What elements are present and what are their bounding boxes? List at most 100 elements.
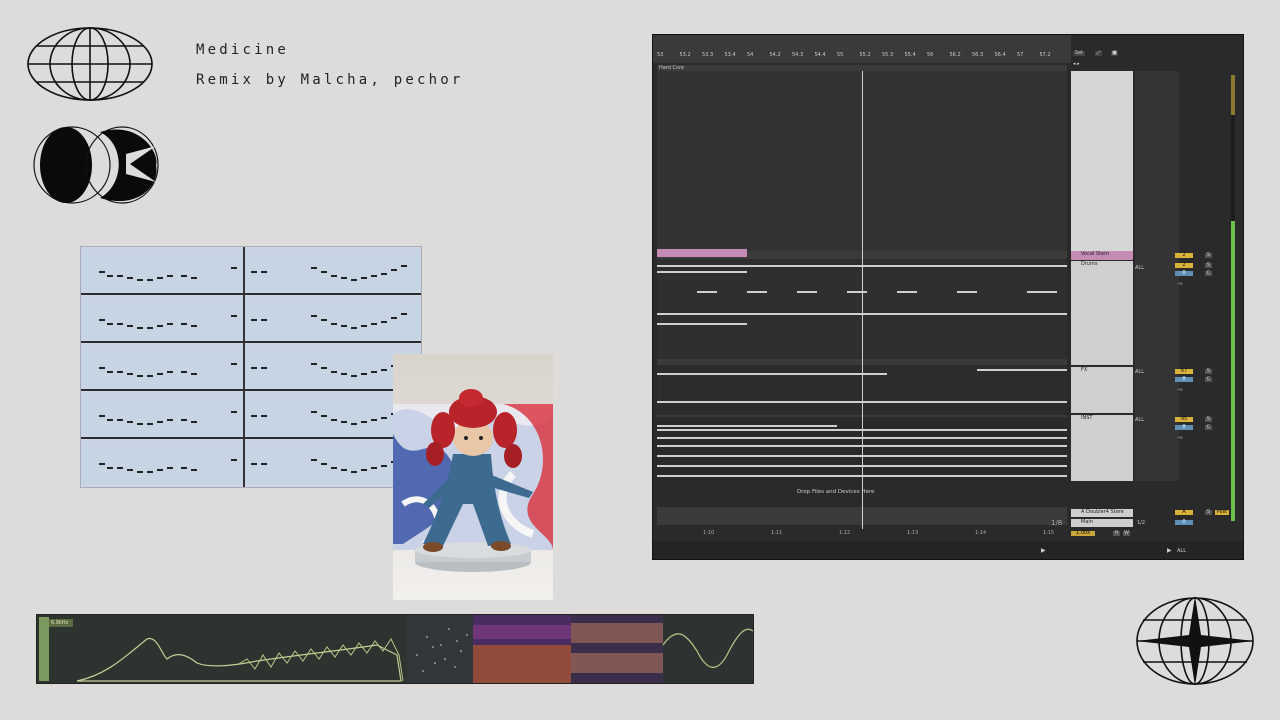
inst-c-button[interactable]: C (1205, 425, 1212, 430)
main-track-header[interactable]: Main (1071, 519, 1133, 527)
piano-note (181, 419, 187, 421)
transport-all[interactable]: ALL (1177, 548, 1186, 554)
w-button[interactable]: W (1123, 531, 1130, 536)
track-header-inst[interactable]: INST (1071, 415, 1133, 481)
clip-line (747, 291, 767, 293)
piano-note (261, 367, 267, 369)
piano-note (167, 467, 173, 469)
inst-pan[interactable]: 0 (1175, 425, 1193, 430)
set-button[interactable]: Set (1073, 51, 1085, 56)
piano-note (231, 411, 237, 413)
piano-note (351, 375, 357, 377)
lock-icon[interactable]: ■ (1111, 51, 1118, 56)
piano-note (381, 369, 387, 371)
piano-note (167, 323, 173, 325)
piano-note (351, 327, 357, 329)
inst-db: -∞ (1177, 435, 1183, 441)
piano-note (147, 375, 153, 377)
bottom-tick: 1:11 (771, 530, 783, 536)
piano-note (381, 417, 387, 419)
piano-note (117, 275, 123, 277)
piano-note (191, 325, 197, 327)
inst-volume[interactable]: 95 (1175, 417, 1193, 422)
expand-icon[interactable]: ⤢ (1095, 51, 1102, 56)
play-icon[interactable]: ▶ (1041, 547, 1046, 554)
return-track-header[interactable]: A Doubler4 Stere (1071, 509, 1133, 517)
track-header-group[interactable] (1071, 71, 1133, 251)
piano-note (261, 463, 267, 465)
fx-c-button[interactable]: C (1205, 377, 1212, 382)
drums-solo-button[interactable]: S (1205, 263, 1212, 268)
tempo-field[interactable]: 1.00x (1071, 531, 1095, 536)
inst-input[interactable]: ALL (1135, 417, 1144, 423)
track-header-vocal[interactable]: Vocal Stem (1071, 251, 1133, 260)
piano-note (99, 367, 105, 369)
piano-note (99, 463, 105, 465)
piano-note (157, 469, 163, 471)
return-solo-button[interactable]: S (1205, 510, 1212, 515)
piano-note (127, 469, 133, 471)
piano-note (147, 471, 153, 473)
bottom-tick: 1:10 (703, 530, 715, 536)
piano-note (167, 275, 173, 277)
drums-volume[interactable]: 2 (1175, 263, 1193, 268)
double-circle-logo-icon (33, 126, 159, 204)
playhead[interactable] (862, 71, 863, 529)
fx-volume[interactable]: 67 (1175, 369, 1193, 374)
clip-line (957, 291, 977, 293)
piano-note (371, 323, 377, 325)
track-header-fx[interactable]: FX (1071, 367, 1133, 413)
fx-input[interactable]: ALL (1135, 369, 1144, 375)
ruler-tick: 56.2 (949, 52, 961, 58)
piano-note (147, 423, 153, 425)
return-label[interactable]: A (1175, 510, 1193, 515)
globe-icon (27, 27, 153, 101)
piano-note (157, 277, 163, 279)
daw-window: 53 53.2 53.3 53.4 54 54.2 54.3 54.4 55 55.2 55.3 55… (652, 34, 1244, 560)
nav-arrows-icon[interactable]: ◂ ▸ (1073, 61, 1080, 67)
piano-note (351, 279, 357, 281)
clip-line (657, 323, 747, 325)
drums-c-button[interactable]: C (1205, 271, 1212, 276)
page: { "header": { "title": "Medicine", "subt… (0, 0, 1280, 720)
inst-solo-button[interactable]: S (1205, 417, 1212, 422)
track-header-drums[interactable]: Drums (1071, 261, 1133, 365)
track-name-vocal: Vocal Stem (1081, 251, 1109, 257)
master-meter (1231, 75, 1235, 521)
drums-input[interactable]: ALL (1135, 265, 1144, 271)
vocal-volume[interactable]: 2 (1175, 253, 1193, 258)
piano-note (311, 411, 317, 413)
piano-note (137, 471, 143, 473)
piano-note (127, 325, 133, 327)
piano-note (361, 469, 367, 471)
fx-solo-button[interactable]: S (1205, 369, 1212, 374)
piano-note (127, 421, 133, 423)
fx-pan[interactable]: 0 (1175, 377, 1193, 382)
ruler-tick: 56.4 (994, 52, 1006, 58)
piano-note (181, 323, 187, 325)
ruler-tick: 55 (837, 52, 844, 58)
piano-note (99, 271, 105, 273)
piano-note (191, 373, 197, 375)
piano-note (401, 265, 407, 267)
ruler-tick: 54.2 (769, 52, 781, 58)
main-track-name: Main (1081, 519, 1093, 525)
piano-note (331, 275, 337, 277)
post-button[interactable]: Post (1215, 510, 1229, 515)
main-value[interactable]: 0 (1175, 520, 1193, 525)
piano-note (391, 269, 397, 271)
piano-note (147, 279, 153, 281)
play-small-icon[interactable]: ▶ (1167, 547, 1172, 554)
timeline-ruler[interactable]: 53 53.2 53.3 53.4 54 54.2 54.3 54.4 55 55.2 55.3 55… (653, 35, 1071, 63)
piano-note (181, 467, 187, 469)
vocal-clip[interactable] (657, 249, 747, 257)
piano-note (251, 319, 257, 321)
piano-note (117, 467, 123, 469)
drums-pan[interactable]: 0 (1175, 271, 1193, 276)
piano-note (191, 421, 197, 423)
piano-note (107, 467, 113, 469)
main-routing[interactable]: 1/2 (1137, 520, 1145, 526)
vocal-solo-button[interactable]: S (1205, 253, 1212, 258)
h-button[interactable]: H (1113, 531, 1120, 536)
piano-note (361, 325, 367, 327)
